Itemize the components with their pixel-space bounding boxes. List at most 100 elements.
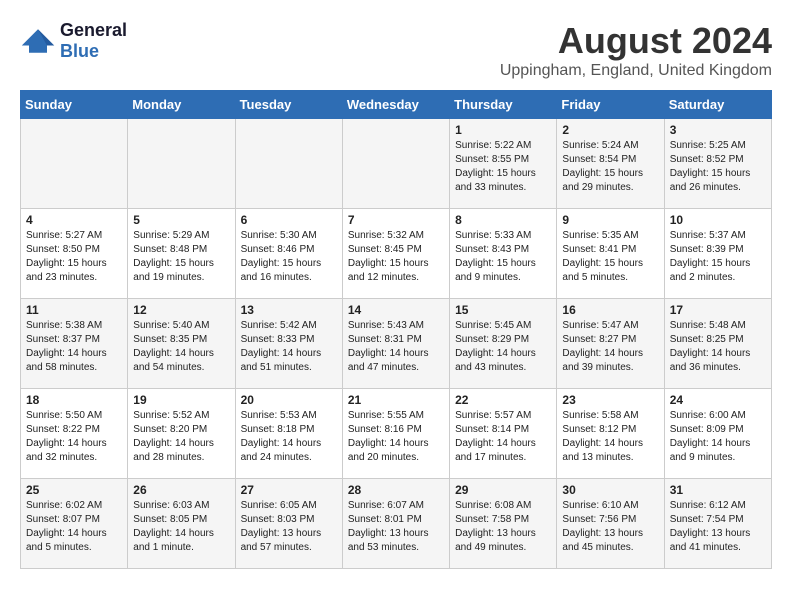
sunrise-label: Sunrise: 5:42 AM — [241, 320, 317, 331]
day-number: 10 — [670, 213, 766, 227]
calendar-cell: 12 Sunrise: 5:40 AM Sunset: 8:35 PM Dayl… — [128, 299, 235, 389]
calendar-cell: 22 Sunrise: 5:57 AM Sunset: 8:14 PM Dayl… — [450, 389, 557, 479]
calendar-cell: 1 Sunrise: 5:22 AM Sunset: 8:55 PM Dayli… — [450, 119, 557, 209]
sunrise-label: Sunrise: 5:58 AM — [562, 410, 638, 421]
day-number: 17 — [670, 303, 766, 317]
sunset-label: Sunset: 7:56 PM — [562, 514, 636, 525]
cell-content: Sunrise: 6:07 AM Sunset: 8:01 PM Dayligh… — [348, 499, 444, 555]
daylight-label: Daylight: 14 hours and 9 minutes. — [670, 438, 751, 463]
weekday-header-monday: Monday — [128, 91, 235, 119]
daylight-label: Daylight: 15 hours and 19 minutes. — [133, 258, 214, 283]
calendar-cell: 3 Sunrise: 5:25 AM Sunset: 8:52 PM Dayli… — [664, 119, 771, 209]
cell-content: Sunrise: 5:25 AM Sunset: 8:52 PM Dayligh… — [670, 139, 766, 195]
sunset-label: Sunset: 8:31 PM — [348, 334, 422, 345]
calendar-cell: 7 Sunrise: 5:32 AM Sunset: 8:45 PM Dayli… — [342, 209, 449, 299]
sunrise-label: Sunrise: 5:53 AM — [241, 410, 317, 421]
sunrise-label: Sunrise: 5:24 AM — [562, 140, 638, 151]
daylight-label: Daylight: 13 hours and 41 minutes. — [670, 528, 751, 553]
cell-content: Sunrise: 6:00 AM Sunset: 8:09 PM Dayligh… — [670, 409, 766, 465]
cell-content: Sunrise: 6:03 AM Sunset: 8:05 PM Dayligh… — [133, 499, 229, 555]
sunrise-label: Sunrise: 6:12 AM — [670, 500, 746, 511]
day-number: 3 — [670, 123, 766, 137]
cell-content: Sunrise: 5:33 AM Sunset: 8:43 PM Dayligh… — [455, 229, 551, 285]
cell-content: Sunrise: 5:35 AM Sunset: 8:41 PM Dayligh… — [562, 229, 658, 285]
weekday-header-wednesday: Wednesday — [342, 91, 449, 119]
sunset-label: Sunset: 8:16 PM — [348, 424, 422, 435]
calendar-cell: 28 Sunrise: 6:07 AM Sunset: 8:01 PM Dayl… — [342, 479, 449, 569]
daylight-label: Daylight: 14 hours and 17 minutes. — [455, 438, 536, 463]
daylight-label: Daylight: 14 hours and 54 minutes. — [133, 348, 214, 373]
weekday-header-tuesday: Tuesday — [235, 91, 342, 119]
sunrise-label: Sunrise: 5:40 AM — [133, 320, 209, 331]
calendar-table: SundayMondayTuesdayWednesdayThursdayFrid… — [20, 90, 772, 569]
sunset-label: Sunset: 8:37 PM — [26, 334, 100, 345]
calendar-cell: 23 Sunrise: 5:58 AM Sunset: 8:12 PM Dayl… — [557, 389, 664, 479]
sunrise-label: Sunrise: 5:50 AM — [26, 410, 102, 421]
day-number: 4 — [26, 213, 122, 227]
day-number: 11 — [26, 303, 122, 317]
weekday-header-sunday: Sunday — [21, 91, 128, 119]
calendar-cell: 4 Sunrise: 5:27 AM Sunset: 8:50 PM Dayli… — [21, 209, 128, 299]
daylight-label: Daylight: 14 hours and 51 minutes. — [241, 348, 322, 373]
calendar-cell: 6 Sunrise: 5:30 AM Sunset: 8:46 PM Dayli… — [235, 209, 342, 299]
sunset-label: Sunset: 8:50 PM — [26, 244, 100, 255]
sunrise-label: Sunrise: 5:35 AM — [562, 230, 638, 241]
sunrise-label: Sunrise: 5:45 AM — [455, 320, 531, 331]
daylight-label: Daylight: 14 hours and 5 minutes. — [26, 528, 107, 553]
day-number: 16 — [562, 303, 658, 317]
sunset-label: Sunset: 8:39 PM — [670, 244, 744, 255]
cell-content: Sunrise: 5:53 AM Sunset: 8:18 PM Dayligh… — [241, 409, 337, 465]
daylight-label: Daylight: 15 hours and 2 minutes. — [670, 258, 751, 283]
sunset-label: Sunset: 8:29 PM — [455, 334, 529, 345]
sunrise-label: Sunrise: 5:27 AM — [26, 230, 102, 241]
calendar-cell — [21, 119, 128, 209]
cell-content: Sunrise: 5:47 AM Sunset: 8:27 PM Dayligh… — [562, 319, 658, 375]
sunrise-label: Sunrise: 6:05 AM — [241, 500, 317, 511]
day-number: 31 — [670, 483, 766, 497]
day-number: 14 — [348, 303, 444, 317]
daylight-label: Daylight: 14 hours and 24 minutes. — [241, 438, 322, 463]
logo-icon — [20, 27, 56, 55]
day-number: 19 — [133, 393, 229, 407]
cell-content: Sunrise: 5:32 AM Sunset: 8:45 PM Dayligh… — [348, 229, 444, 285]
calendar-cell: 13 Sunrise: 5:42 AM Sunset: 8:33 PM Dayl… — [235, 299, 342, 389]
calendar-cell: 29 Sunrise: 6:08 AM Sunset: 7:58 PM Dayl… — [450, 479, 557, 569]
sunset-label: Sunset: 7:58 PM — [455, 514, 529, 525]
cell-content: Sunrise: 6:10 AM Sunset: 7:56 PM Dayligh… — [562, 499, 658, 555]
cell-content: Sunrise: 6:05 AM Sunset: 8:03 PM Dayligh… — [241, 499, 337, 555]
day-number: 21 — [348, 393, 444, 407]
page-header: General Blue August 2024 Uppingham, Engl… — [20, 20, 772, 80]
sunset-label: Sunset: 8:18 PM — [241, 424, 315, 435]
calendar-cell: 26 Sunrise: 6:03 AM Sunset: 8:05 PM Dayl… — [128, 479, 235, 569]
day-number: 27 — [241, 483, 337, 497]
sunset-label: Sunset: 8:05 PM — [133, 514, 207, 525]
sunset-label: Sunset: 8:33 PM — [241, 334, 315, 345]
daylight-label: Daylight: 14 hours and 32 minutes. — [26, 438, 107, 463]
sunset-label: Sunset: 7:54 PM — [670, 514, 744, 525]
daylight-label: Daylight: 15 hours and 29 minutes. — [562, 168, 643, 193]
cell-content: Sunrise: 5:45 AM Sunset: 8:29 PM Dayligh… — [455, 319, 551, 375]
daylight-label: Daylight: 15 hours and 12 minutes. — [348, 258, 429, 283]
sunrise-label: Sunrise: 6:10 AM — [562, 500, 638, 511]
calendar-cell: 17 Sunrise: 5:48 AM Sunset: 8:25 PM Dayl… — [664, 299, 771, 389]
daylight-label: Daylight: 15 hours and 26 minutes. — [670, 168, 751, 193]
sunrise-label: Sunrise: 6:00 AM — [670, 410, 746, 421]
sunrise-label: Sunrise: 5:22 AM — [455, 140, 531, 151]
calendar-cell: 27 Sunrise: 6:05 AM Sunset: 8:03 PM Dayl… — [235, 479, 342, 569]
calendar-cell: 20 Sunrise: 5:53 AM Sunset: 8:18 PM Dayl… — [235, 389, 342, 479]
calendar-cell: 19 Sunrise: 5:52 AM Sunset: 8:20 PM Dayl… — [128, 389, 235, 479]
calendar-cell: 10 Sunrise: 5:37 AM Sunset: 8:39 PM Dayl… — [664, 209, 771, 299]
cell-content: Sunrise: 5:55 AM Sunset: 8:16 PM Dayligh… — [348, 409, 444, 465]
calendar-cell: 9 Sunrise: 5:35 AM Sunset: 8:41 PM Dayli… — [557, 209, 664, 299]
cell-content: Sunrise: 5:38 AM Sunset: 8:37 PM Dayligh… — [26, 319, 122, 375]
daylight-label: Daylight: 14 hours and 36 minutes. — [670, 348, 751, 373]
daylight-label: Daylight: 14 hours and 43 minutes. — [455, 348, 536, 373]
sunrise-label: Sunrise: 6:07 AM — [348, 500, 424, 511]
cell-content: Sunrise: 5:40 AM Sunset: 8:35 PM Dayligh… — [133, 319, 229, 375]
calendar-subtitle: Uppingham, England, United Kingdom — [500, 62, 772, 80]
calendar-cell: 15 Sunrise: 5:45 AM Sunset: 8:29 PM Dayl… — [450, 299, 557, 389]
sunset-label: Sunset: 8:45 PM — [348, 244, 422, 255]
sunrise-label: Sunrise: 5:57 AM — [455, 410, 531, 421]
sunset-label: Sunset: 8:09 PM — [670, 424, 744, 435]
sunrise-label: Sunrise: 5:25 AM — [670, 140, 746, 151]
